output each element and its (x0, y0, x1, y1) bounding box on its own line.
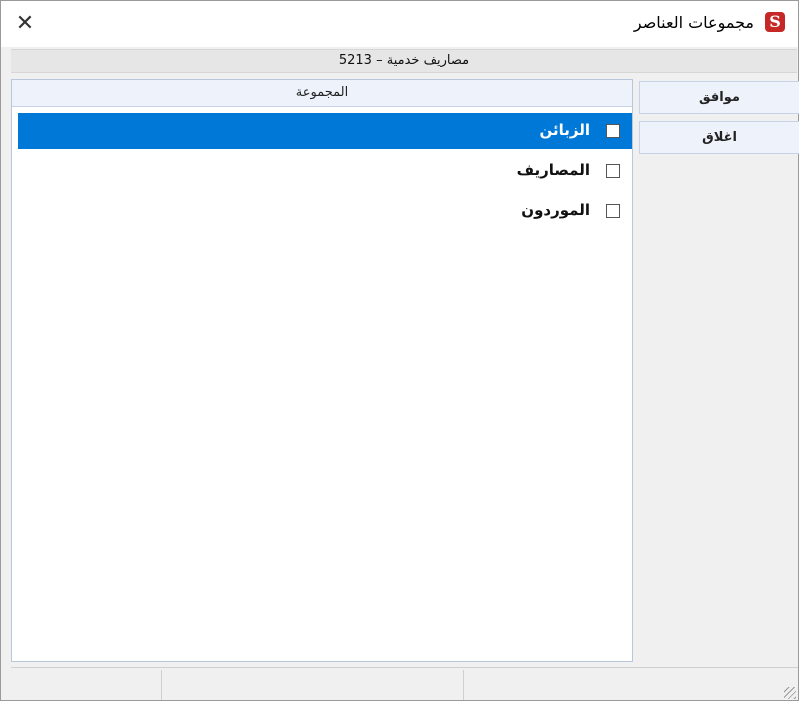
row-label: الزبائن (539, 121, 590, 139)
dialog-window: ✕ مجموعات العناصر S 5213 – مصاريف خدمية … (0, 0, 799, 701)
group-list: الزبائن المصاريف الموردون (12, 110, 632, 230)
groups-grid: المجموعة الزبائن المصاريف الموردون (11, 79, 633, 662)
list-item[interactable]: المصاريف (12, 150, 632, 190)
account-subheader: 5213 – مصاريف خدمية (11, 49, 797, 73)
row-label: المصاريف (516, 161, 590, 179)
ok-button[interactable]: موافق (639, 81, 799, 114)
close-button[interactable]: اغلاق (639, 121, 799, 154)
column-header-group[interactable]: المجموعة (12, 80, 632, 107)
resize-grip-icon[interactable] (784, 687, 796, 699)
status-divider (161, 670, 162, 700)
row-label: الموردون (521, 201, 590, 219)
list-item[interactable]: الموردون (12, 190, 632, 230)
row-checkbox[interactable] (606, 164, 620, 178)
status-divider (463, 670, 464, 700)
row-checkbox[interactable] (606, 204, 620, 218)
list-item[interactable]: الزبائن (12, 110, 632, 150)
window-title: مجموعات العناصر (633, 13, 754, 32)
buttons-panel: موافق اغلاق (639, 81, 799, 161)
status-bar (11, 667, 798, 701)
close-window-button[interactable]: ✕ (1, 1, 49, 47)
row-checkbox[interactable] (606, 124, 620, 138)
title-bar: ✕ مجموعات العناصر S (1, 1, 798, 47)
app-logo-icon: S (765, 12, 785, 32)
